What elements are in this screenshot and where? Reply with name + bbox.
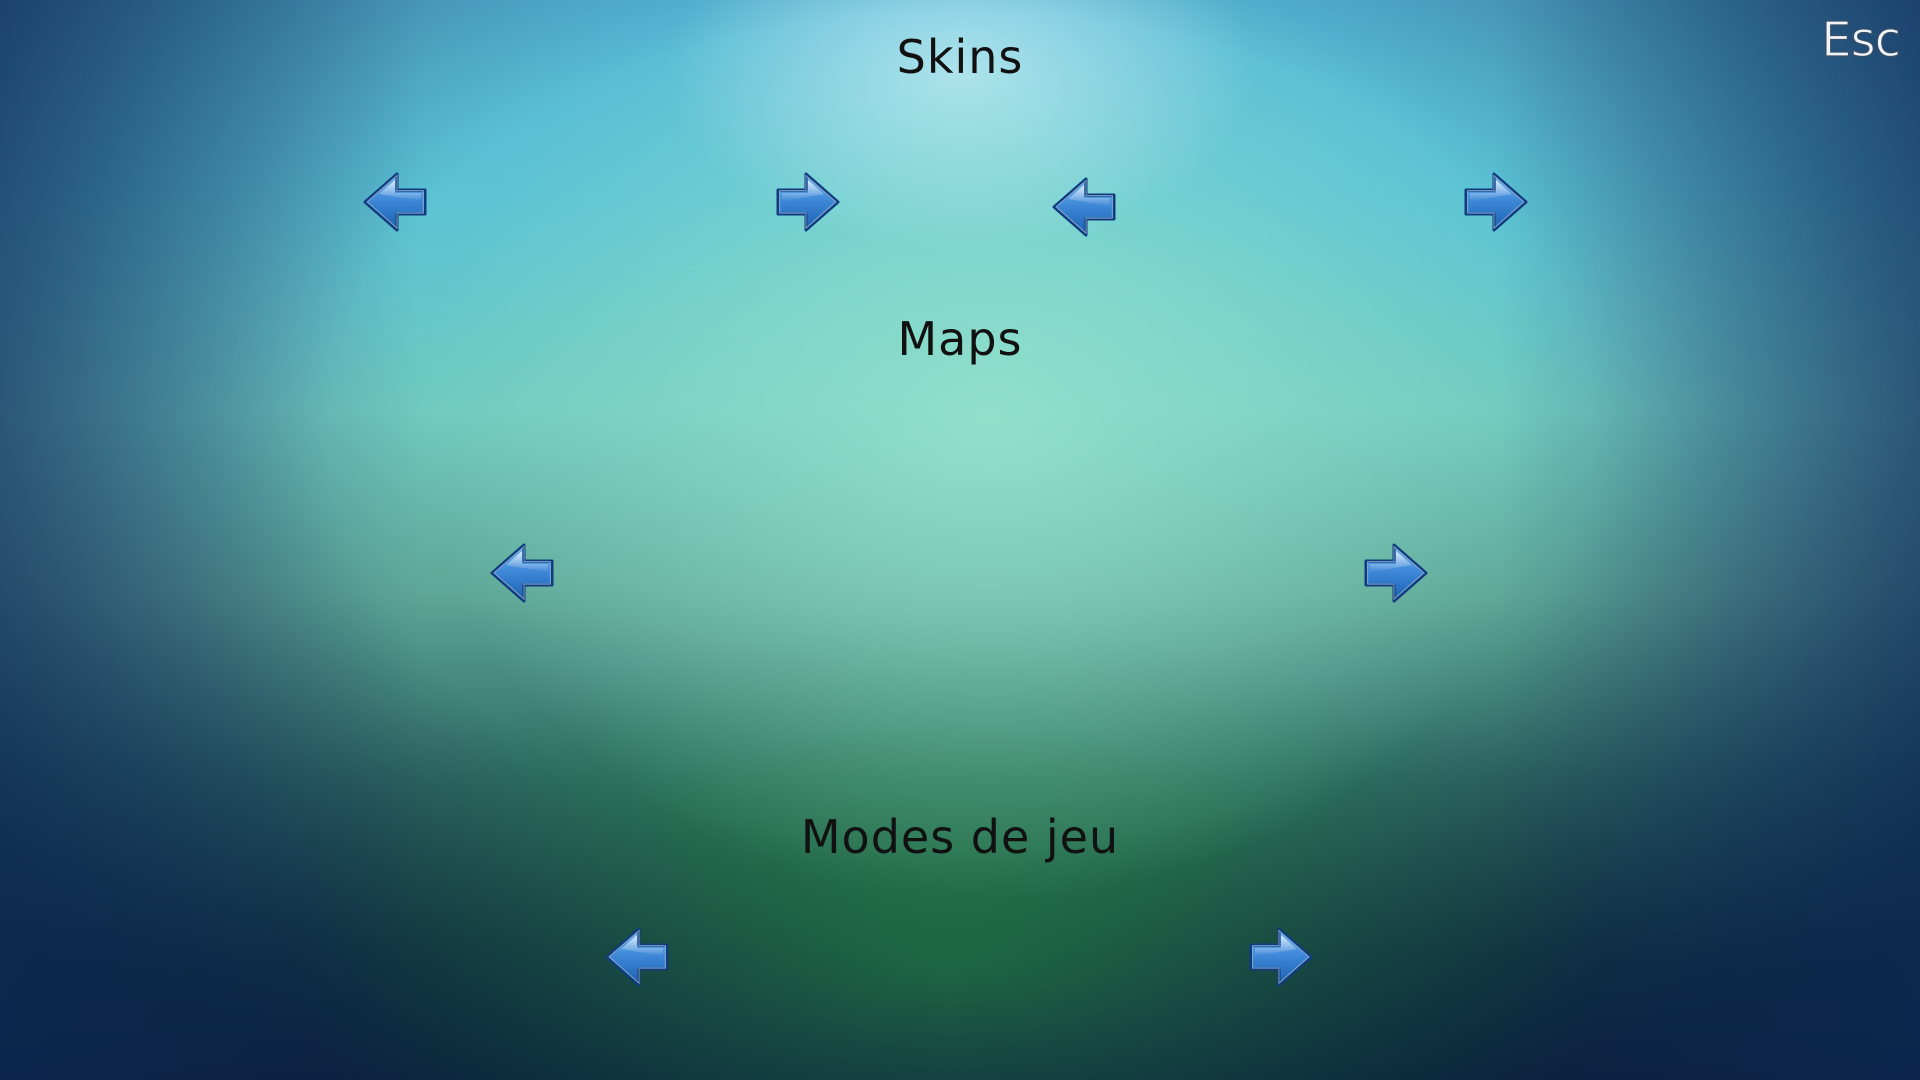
- skins-p1-prev-button[interactable]: [359, 166, 431, 238]
- maps-prev-button[interactable]: [486, 537, 558, 609]
- arrow-left-icon: [1048, 171, 1120, 243]
- maps-next-button[interactable]: [1360, 537, 1432, 609]
- maps-title: Maps: [897, 312, 1023, 366]
- skins-p1-next-button[interactable]: [772, 166, 844, 238]
- modes-title: Modes de jeu: [800, 810, 1120, 864]
- arrow-left-icon: [601, 921, 673, 993]
- background-vignette: [0, 0, 1920, 1080]
- arrow-right-icon: [1460, 166, 1532, 238]
- skins-p2-next-button[interactable]: [1460, 166, 1532, 238]
- skins-p2-prev-button[interactable]: [1048, 171, 1120, 243]
- modes-prev-button[interactable]: [601, 921, 673, 993]
- skins-title: Skins: [896, 30, 1024, 84]
- arrow-left-icon: [486, 537, 558, 609]
- modes-next-button[interactable]: [1245, 921, 1317, 993]
- arrow-right-icon: [1245, 921, 1317, 993]
- arrow-right-icon: [772, 166, 844, 238]
- arrow-left-icon: [359, 166, 431, 238]
- arrow-right-icon: [1360, 537, 1432, 609]
